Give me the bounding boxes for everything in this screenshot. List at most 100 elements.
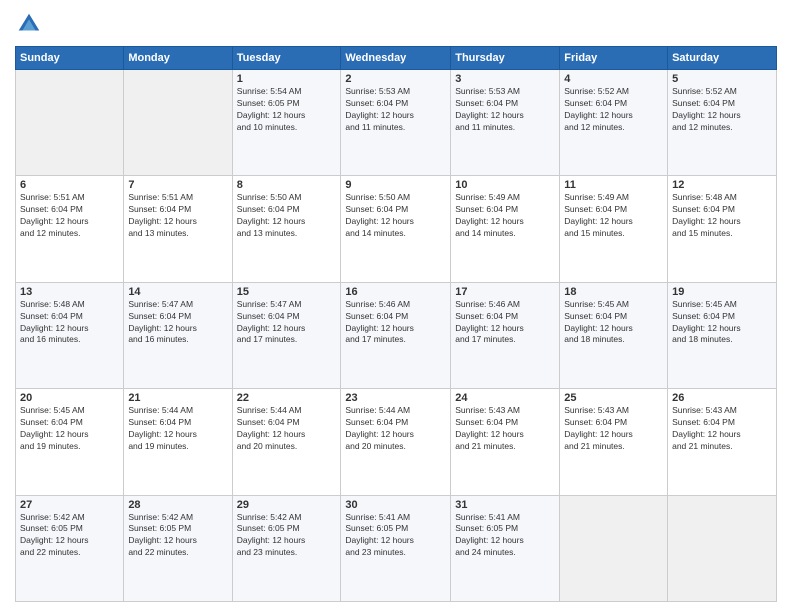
week-row-2: 6Sunrise: 5:51 AM Sunset: 6:04 PM Daylig…: [16, 176, 777, 282]
day-info: Sunrise: 5:51 AM Sunset: 6:04 PM Dayligh…: [20, 192, 119, 240]
day-number: 19: [672, 286, 772, 298]
calendar-cell: 19Sunrise: 5:45 AM Sunset: 6:04 PM Dayli…: [668, 282, 777, 388]
day-info: Sunrise: 5:45 AM Sunset: 6:04 PM Dayligh…: [564, 299, 663, 347]
calendar-cell: [124, 70, 232, 176]
calendar-cell: 16Sunrise: 5:46 AM Sunset: 6:04 PM Dayli…: [341, 282, 451, 388]
calendar-cell: 9Sunrise: 5:50 AM Sunset: 6:04 PM Daylig…: [341, 176, 451, 282]
calendar-cell: 6Sunrise: 5:51 AM Sunset: 6:04 PM Daylig…: [16, 176, 124, 282]
calendar-cell: [16, 70, 124, 176]
day-number: 26: [672, 392, 772, 404]
calendar-cell: 8Sunrise: 5:50 AM Sunset: 6:04 PM Daylig…: [232, 176, 341, 282]
calendar-cell: 25Sunrise: 5:43 AM Sunset: 6:04 PM Dayli…: [560, 389, 668, 495]
day-number: 8: [237, 179, 337, 191]
day-info: Sunrise: 5:46 AM Sunset: 6:04 PM Dayligh…: [455, 299, 555, 347]
day-info: Sunrise: 5:49 AM Sunset: 6:04 PM Dayligh…: [455, 192, 555, 240]
calendar-cell: 3Sunrise: 5:53 AM Sunset: 6:04 PM Daylig…: [451, 70, 560, 176]
calendar-cell: 22Sunrise: 5:44 AM Sunset: 6:04 PM Dayli…: [232, 389, 341, 495]
day-number: 11: [564, 179, 663, 191]
calendar-cell: 17Sunrise: 5:46 AM Sunset: 6:04 PM Dayli…: [451, 282, 560, 388]
logo: [15, 10, 47, 38]
day-number: 21: [128, 392, 227, 404]
day-info: Sunrise: 5:42 AM Sunset: 6:05 PM Dayligh…: [128, 512, 227, 560]
day-info: Sunrise: 5:47 AM Sunset: 6:04 PM Dayligh…: [237, 299, 337, 347]
day-info: Sunrise: 5:50 AM Sunset: 6:04 PM Dayligh…: [237, 192, 337, 240]
calendar-header: SundayMondayTuesdayWednesdayThursdayFrid…: [16, 47, 777, 70]
calendar-cell: 21Sunrise: 5:44 AM Sunset: 6:04 PM Dayli…: [124, 389, 232, 495]
week-row-4: 20Sunrise: 5:45 AM Sunset: 6:04 PM Dayli…: [16, 389, 777, 495]
day-number: 25: [564, 392, 663, 404]
weekday-header-thursday: Thursday: [451, 47, 560, 70]
day-info: Sunrise: 5:42 AM Sunset: 6:05 PM Dayligh…: [237, 512, 337, 560]
day-info: Sunrise: 5:43 AM Sunset: 6:04 PM Dayligh…: [672, 405, 772, 453]
day-info: Sunrise: 5:49 AM Sunset: 6:04 PM Dayligh…: [564, 192, 663, 240]
day-number: 17: [455, 286, 555, 298]
calendar-cell: 14Sunrise: 5:47 AM Sunset: 6:04 PM Dayli…: [124, 282, 232, 388]
calendar-table: SundayMondayTuesdayWednesdayThursdayFrid…: [15, 46, 777, 602]
calendar-cell: 18Sunrise: 5:45 AM Sunset: 6:04 PM Dayli…: [560, 282, 668, 388]
calendar-cell: 13Sunrise: 5:48 AM Sunset: 6:04 PM Dayli…: [16, 282, 124, 388]
day-info: Sunrise: 5:50 AM Sunset: 6:04 PM Dayligh…: [345, 192, 446, 240]
day-number: 27: [20, 499, 119, 511]
week-row-5: 27Sunrise: 5:42 AM Sunset: 6:05 PM Dayli…: [16, 495, 777, 601]
day-info: Sunrise: 5:41 AM Sunset: 6:05 PM Dayligh…: [455, 512, 555, 560]
day-number: 2: [345, 73, 446, 85]
header: [15, 10, 777, 38]
calendar-cell: 12Sunrise: 5:48 AM Sunset: 6:04 PM Dayli…: [668, 176, 777, 282]
day-number: 16: [345, 286, 446, 298]
generalblue-logo-icon: [15, 10, 43, 38]
day-info: Sunrise: 5:54 AM Sunset: 6:05 PM Dayligh…: [237, 86, 337, 134]
day-number: 30: [345, 499, 446, 511]
day-number: 20: [20, 392, 119, 404]
calendar-cell: 2Sunrise: 5:53 AM Sunset: 6:04 PM Daylig…: [341, 70, 451, 176]
calendar-cell: 11Sunrise: 5:49 AM Sunset: 6:04 PM Dayli…: [560, 176, 668, 282]
day-info: Sunrise: 5:47 AM Sunset: 6:04 PM Dayligh…: [128, 299, 227, 347]
day-number: 5: [672, 73, 772, 85]
day-number: 6: [20, 179, 119, 191]
day-number: 3: [455, 73, 555, 85]
day-number: 14: [128, 286, 227, 298]
calendar-cell: 26Sunrise: 5:43 AM Sunset: 6:04 PM Dayli…: [668, 389, 777, 495]
day-number: 23: [345, 392, 446, 404]
day-number: 28: [128, 499, 227, 511]
day-info: Sunrise: 5:44 AM Sunset: 6:04 PM Dayligh…: [345, 405, 446, 453]
day-number: 4: [564, 73, 663, 85]
page: SundayMondayTuesdayWednesdayThursdayFrid…: [0, 0, 792, 612]
day-number: 7: [128, 179, 227, 191]
calendar-cell: 28Sunrise: 5:42 AM Sunset: 6:05 PM Dayli…: [124, 495, 232, 601]
day-number: 9: [345, 179, 446, 191]
day-number: 31: [455, 499, 555, 511]
week-row-3: 13Sunrise: 5:48 AM Sunset: 6:04 PM Dayli…: [16, 282, 777, 388]
day-number: 13: [20, 286, 119, 298]
week-row-1: 1Sunrise: 5:54 AM Sunset: 6:05 PM Daylig…: [16, 70, 777, 176]
day-number: 22: [237, 392, 337, 404]
calendar-cell: 24Sunrise: 5:43 AM Sunset: 6:04 PM Dayli…: [451, 389, 560, 495]
day-number: 10: [455, 179, 555, 191]
day-number: 24: [455, 392, 555, 404]
day-info: Sunrise: 5:53 AM Sunset: 6:04 PM Dayligh…: [455, 86, 555, 134]
calendar-cell: 4Sunrise: 5:52 AM Sunset: 6:04 PM Daylig…: [560, 70, 668, 176]
weekday-header-sunday: Sunday: [16, 47, 124, 70]
day-info: Sunrise: 5:51 AM Sunset: 6:04 PM Dayligh…: [128, 192, 227, 240]
weekday-header-wednesday: Wednesday: [341, 47, 451, 70]
day-info: Sunrise: 5:42 AM Sunset: 6:05 PM Dayligh…: [20, 512, 119, 560]
day-info: Sunrise: 5:48 AM Sunset: 6:04 PM Dayligh…: [20, 299, 119, 347]
calendar-cell: [668, 495, 777, 601]
calendar-cell: 5Sunrise: 5:52 AM Sunset: 6:04 PM Daylig…: [668, 70, 777, 176]
calendar-cell: 7Sunrise: 5:51 AM Sunset: 6:04 PM Daylig…: [124, 176, 232, 282]
day-info: Sunrise: 5:46 AM Sunset: 6:04 PM Dayligh…: [345, 299, 446, 347]
calendar-cell: 23Sunrise: 5:44 AM Sunset: 6:04 PM Dayli…: [341, 389, 451, 495]
calendar-cell: 27Sunrise: 5:42 AM Sunset: 6:05 PM Dayli…: [16, 495, 124, 601]
calendar-cell: 29Sunrise: 5:42 AM Sunset: 6:05 PM Dayli…: [232, 495, 341, 601]
calendar-cell: [560, 495, 668, 601]
weekday-header-monday: Monday: [124, 47, 232, 70]
calendar-cell: 31Sunrise: 5:41 AM Sunset: 6:05 PM Dayli…: [451, 495, 560, 601]
day-number: 15: [237, 286, 337, 298]
day-info: Sunrise: 5:52 AM Sunset: 6:04 PM Dayligh…: [564, 86, 663, 134]
day-info: Sunrise: 5:43 AM Sunset: 6:04 PM Dayligh…: [564, 405, 663, 453]
day-number: 1: [237, 73, 337, 85]
weekday-header-saturday: Saturday: [668, 47, 777, 70]
calendar-cell: 20Sunrise: 5:45 AM Sunset: 6:04 PM Dayli…: [16, 389, 124, 495]
day-info: Sunrise: 5:45 AM Sunset: 6:04 PM Dayligh…: [672, 299, 772, 347]
day-number: 12: [672, 179, 772, 191]
day-info: Sunrise: 5:48 AM Sunset: 6:04 PM Dayligh…: [672, 192, 772, 240]
